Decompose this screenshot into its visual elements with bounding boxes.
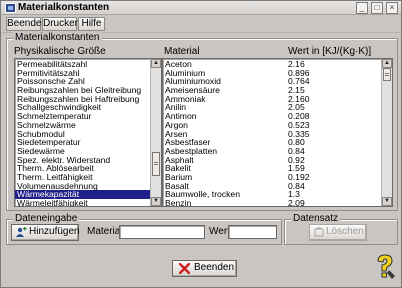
- menu-drucken-label: Drucken: [43, 18, 81, 29]
- maximize-icon[interactable]: □: [371, 2, 383, 14]
- minimize-icon[interactable]: _: [356, 2, 368, 14]
- table-row[interactable]: Benzin 2.09: [163, 198, 381, 207]
- dateneingabe-group: Dateneingabe Hinzufügen Material: Wert:: [6, 213, 282, 245]
- quantity-scrollbar[interactable]: ▲ ▼: [150, 59, 161, 206]
- table-row[interactable]: Barium 0.192: [163, 173, 381, 182]
- window-title: Materialkonstanten: [18, 2, 110, 13]
- scroll-down-arrow-icon[interactable]: ▼: [382, 197, 392, 206]
- material-cell: Benzin: [165, 198, 192, 207]
- wert-text-input[interactable]: [229, 226, 276, 238]
- material-table[interactable]: Aceton 2.16 Aluminium 0.896 Aluminiumoxid 0.7…: [162, 58, 393, 207]
- table-row[interactable]: Baumwolle, trocken 1.3: [163, 190, 381, 199]
- add-button-label: Hinzufügen: [29, 226, 80, 237]
- materialkonstanten-window: Materialkonstanten _ □ × Beenden Drucken…: [0, 0, 402, 288]
- close-window-icon[interactable]: ×: [386, 2, 398, 14]
- delete-button-label: Löschen: [326, 226, 364, 237]
- scroll-up-arrow-icon[interactable]: ▲: [151, 59, 161, 68]
- menu-hilfe-label: Hilfe: [81, 18, 102, 29]
- delete-icon: [314, 227, 324, 237]
- menu-hilfe[interactable]: Hilfe: [78, 17, 105, 31]
- close-icon: [179, 263, 190, 274]
- help-icon[interactable]: [374, 254, 396, 280]
- table-row[interactable]: Bakelit 1.59: [163, 164, 381, 173]
- add-button[interactable]: Hinzufügen: [11, 224, 80, 241]
- wert-cell: 2.09: [288, 198, 305, 207]
- physikalische-groesse-header: Physikalische Größe: [14, 46, 106, 57]
- scroll-down-arrow-icon[interactable]: ▼: [151, 197, 161, 206]
- window-controls: _ □ ×: [356, 2, 398, 14]
- wert-column-header: Wert in [KJ/(Kg·K)]: [288, 46, 372, 57]
- datensatz-group: Datensatz Löschen: [284, 213, 398, 245]
- materialkonstanten-group: Materialkonstanten Physikalische Größe M…: [6, 32, 398, 211]
- material-column-header: Material: [164, 46, 200, 57]
- beenden-button[interactable]: Beenden: [172, 260, 237, 277]
- menu-bar: Beenden Drucken Hilfe: [1, 15, 401, 33]
- quantity-listbox[interactable]: Permeabilitätszahl Permitivitätszahl Poiss…: [14, 58, 162, 207]
- quantity-list-item[interactable]: Wärmeleitfähigkeit: [15, 199, 150, 206]
- app-icon: [5, 3, 16, 13]
- menu-beenden[interactable]: Beenden: [6, 17, 47, 31]
- material-text-input[interactable]: [120, 226, 204, 238]
- person-add-icon: [16, 227, 27, 237]
- table-row[interactable]: Asphalt 0.92: [163, 155, 381, 165]
- material-scroll-thumb[interactable]: [383, 68, 391, 81]
- scroll-up-arrow-icon[interactable]: ▲: [382, 59, 392, 68]
- material-input[interactable]: [119, 225, 205, 239]
- menu-drucken[interactable]: Drucken: [42, 17, 81, 31]
- table-row[interactable]: Antimon 0.208: [163, 112, 381, 121]
- delete-button[interactable]: Löschen: [309, 224, 367, 241]
- beenden-button-label: Beenden: [194, 262, 235, 273]
- material-scrollbar[interactable]: ▲ ▼: [381, 59, 392, 206]
- table-row[interactable]: Ammoniak 2.160: [163, 95, 381, 104]
- quantity-list: Permeabilitätszahl Permitivitätszahl Poiss…: [15, 60, 150, 206]
- table-row[interactable]: Asbestplatten 0.84: [163, 147, 381, 156]
- title-bar: Materialkonstanten _ □ ×: [1, 1, 401, 15]
- wert-input[interactable]: [228, 225, 277, 239]
- materialkonstanten-group-title: Materialkonstanten: [13, 32, 102, 44]
- quantity-scroll-thumb[interactable]: [152, 152, 160, 176]
- material-rows: Aceton 2.16 Aluminium 0.896 Aluminiumoxid 0.7…: [163, 60, 381, 207]
- table-row[interactable]: Argon 0.523: [163, 121, 381, 130]
